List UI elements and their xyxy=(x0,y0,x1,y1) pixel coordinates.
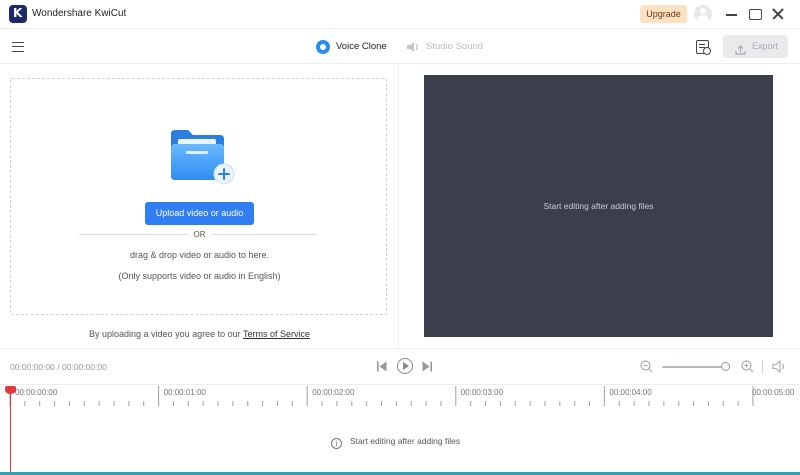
main-toolbar: Voice Clone Studio Sound Export xyxy=(0,28,800,64)
support-note: (Only supports video or audio in English… xyxy=(118,271,281,281)
zoom-in-icon[interactable] xyxy=(741,360,754,373)
preview-placeholder: Start editing after adding files xyxy=(543,201,654,211)
upload-video-or-audio-button[interactable]: Upload video or audio xyxy=(145,202,254,225)
zoom-slider-track[interactable] xyxy=(662,366,730,368)
timeline[interactable]: 00:00:00:00 00:00:01:00 00:00:02:00 00:00:0… xyxy=(0,384,800,475)
app-logo: K xyxy=(9,5,27,23)
zoom-slider-handle[interactable] xyxy=(720,362,730,371)
app-title: Wondershare KwiCut xyxy=(32,8,127,19)
export-icon xyxy=(735,41,746,55)
volume-icon[interactable] xyxy=(772,359,787,374)
logo-letter: K xyxy=(13,6,23,20)
or-label: OR xyxy=(187,230,212,239)
ruler-tick-label: 00:00:00:00 xyxy=(15,388,58,397)
title-bar: K Wondershare KwiCut Upgrade xyxy=(0,0,800,28)
tab-studio-sound-label: Studio Sound xyxy=(426,41,484,52)
terms-prefix: By uploading a video you agree to our xyxy=(89,329,243,339)
upload-panel: Upload video or audio OR drag & drop vid… xyxy=(0,64,399,348)
close-icon[interactable] xyxy=(770,6,786,22)
folder-add-icon xyxy=(168,128,236,188)
minimize-icon[interactable] xyxy=(724,6,740,22)
user-avatar-icon[interactable] xyxy=(694,5,712,23)
timeline-ruler[interactable] xyxy=(0,385,800,407)
play-button[interactable] xyxy=(397,358,413,374)
studio-sound-icon xyxy=(406,41,420,53)
ruler-tick-label: 00:00:02:00 xyxy=(312,388,355,397)
timecode-display: 00:00:00:00 / 00:00:00:00 xyxy=(10,362,107,372)
drop-zone[interactable]: Upload video or audio OR drag & drop vid… xyxy=(10,78,387,315)
terms-row: By uploading a video you agree to our Te… xyxy=(0,329,399,339)
tab-voice-clone-label: Voice Clone xyxy=(336,41,387,52)
toolbar-divider xyxy=(762,360,763,374)
ruler-tick-label: 00:00:04:00 xyxy=(609,388,652,397)
voice-clone-icon xyxy=(316,40,330,54)
terms-of-service-link[interactable]: Terms of Service xyxy=(243,329,310,339)
skip-previous-icon[interactable] xyxy=(377,361,387,372)
maximize-icon[interactable] xyxy=(747,6,763,22)
timeline-empty-message: i Start editing after adding files xyxy=(331,436,460,449)
or-label-row: OR xyxy=(11,230,388,239)
export-button[interactable]: Export xyxy=(723,35,788,58)
playhead-line xyxy=(10,393,11,475)
info-icon: i xyxy=(331,438,342,449)
playback-bar: 00:00:00:00 / 00:00:00:00 xyxy=(0,348,800,384)
drag-drop-hint: drag & drop video or audio to here. xyxy=(129,250,270,260)
ruler-tick-label: 00:00:03:00 xyxy=(460,388,504,397)
ruler-tick-label: 00:00:01:00 xyxy=(163,388,206,397)
skip-next-icon[interactable] xyxy=(422,361,432,372)
zoom-out-icon[interactable] xyxy=(640,360,653,373)
ruler-tick-label: 00:00:05:00 xyxy=(752,388,795,397)
hamburger-menu-icon[interactable] xyxy=(12,42,24,52)
export-label: Export xyxy=(752,41,779,51)
video-preview: Start editing after adding files xyxy=(424,75,773,337)
upgrade-button[interactable]: Upgrade xyxy=(640,5,687,23)
document-settings-icon[interactable] xyxy=(696,40,711,55)
timeline-empty-text: Start editing after adding files xyxy=(350,436,461,446)
